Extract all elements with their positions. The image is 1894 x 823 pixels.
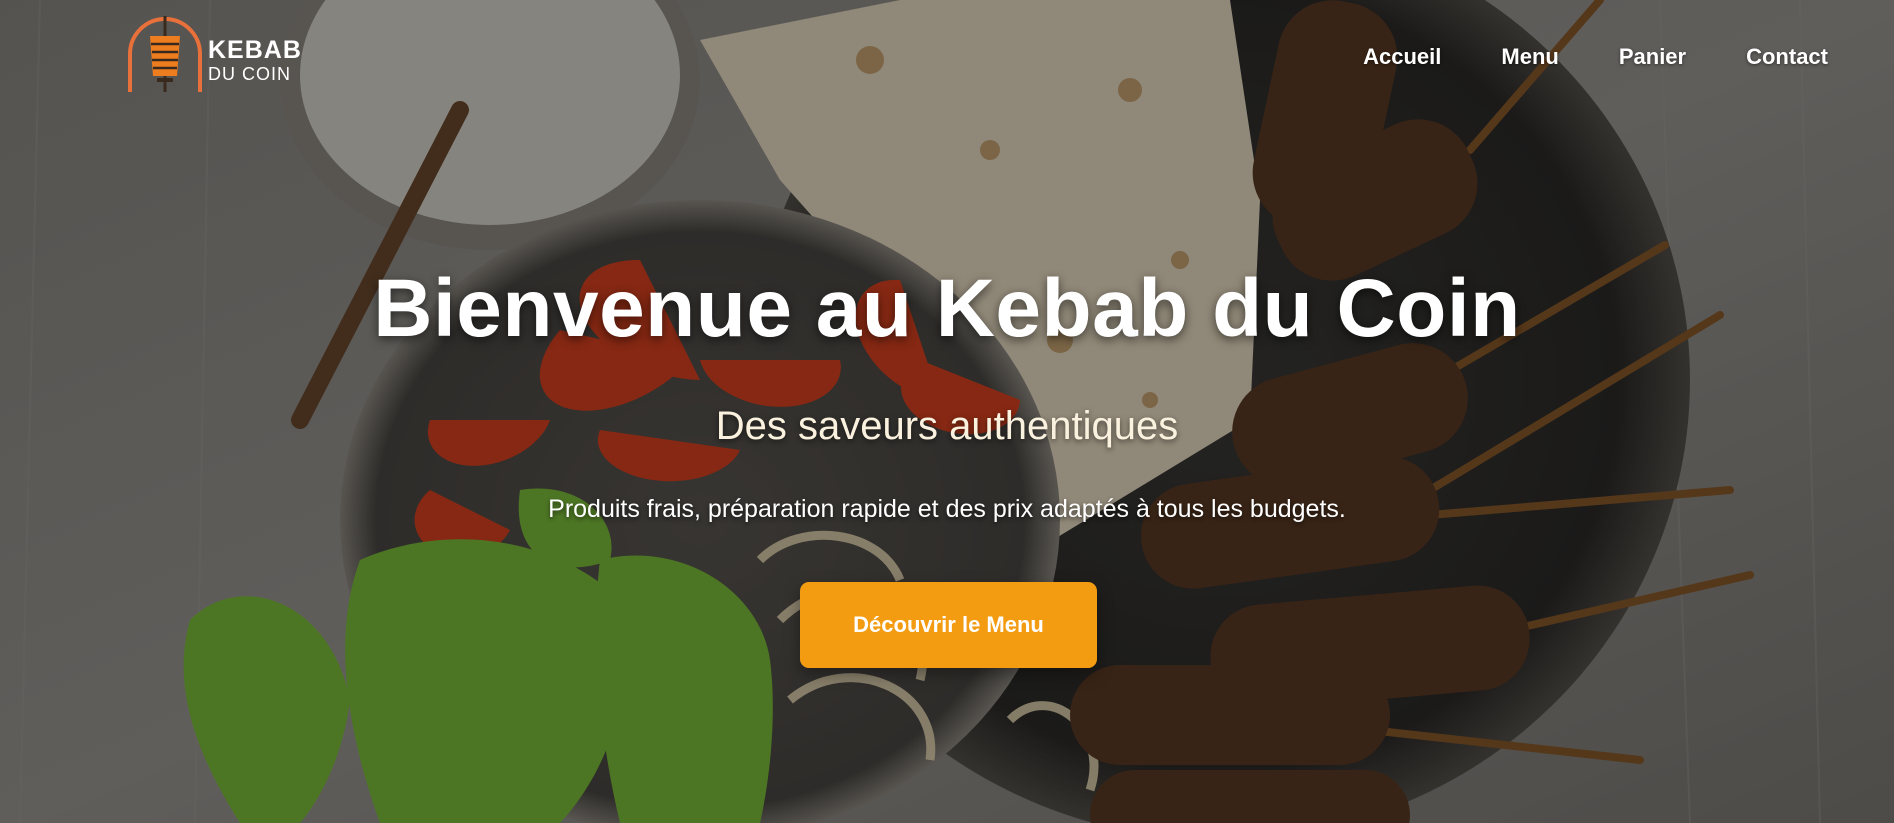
hero-subtitle: Des saveurs authentiques bbox=[715, 404, 1179, 448]
hero-tagline: Produits frais, préparation rapide et de… bbox=[548, 495, 1346, 523]
hero-content: Bienvenue au Kebab du Coin Des saveurs a… bbox=[0, 0, 1894, 823]
hero-title: Bienvenue au Kebab du Coin bbox=[373, 263, 1521, 354]
discover-menu-button[interactable]: Découvrir le Menu bbox=[800, 582, 1097, 668]
